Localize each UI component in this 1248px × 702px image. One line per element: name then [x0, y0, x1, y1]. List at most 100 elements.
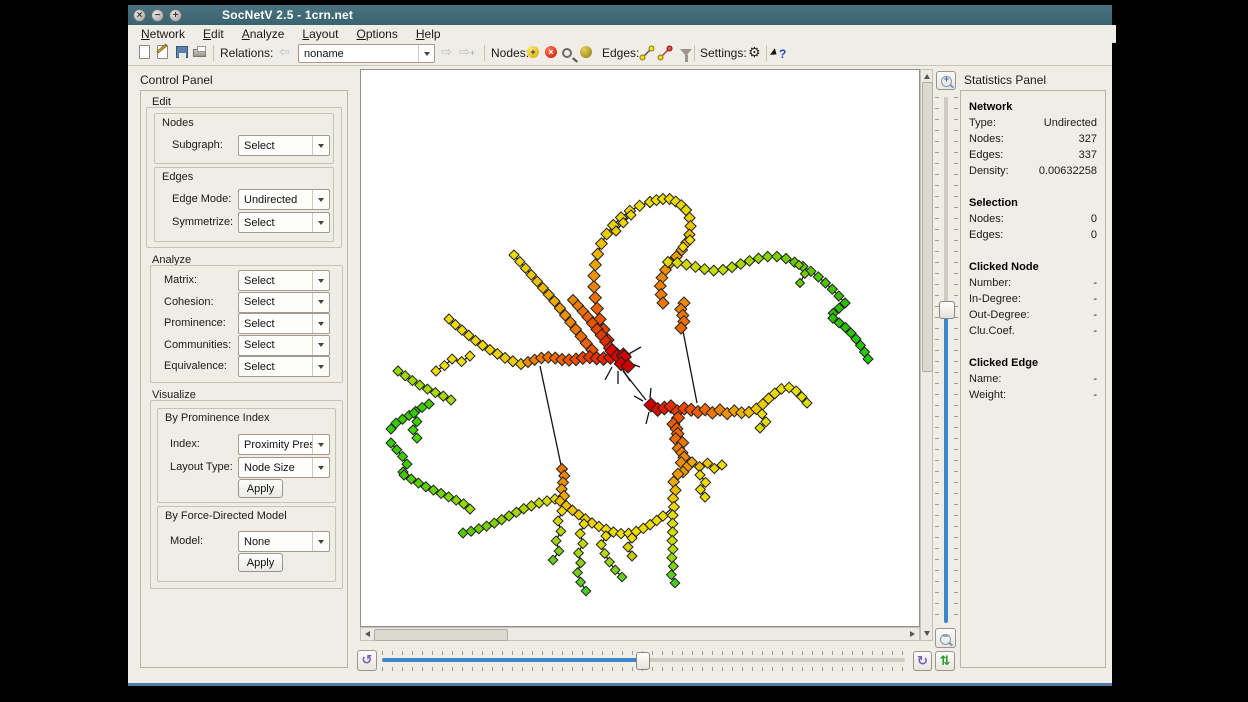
- graph-node[interactable]: [668, 561, 678, 571]
- graph-edge[interactable]: [646, 412, 649, 424]
- graph-node[interactable]: [796, 279, 805, 288]
- graph-node[interactable]: [592, 248, 604, 260]
- next-relation-icon[interactable]: ⇨: [441, 44, 452, 60]
- settings-gear-icon[interactable]: ⚙: [748, 44, 761, 61]
- prominence-apply-button[interactable]: Apply: [238, 479, 283, 498]
- graph-node[interactable]: [551, 536, 561, 546]
- rotation-slider-handle[interactable]: [636, 652, 650, 670]
- analyze-select-cohesion[interactable]: Select: [238, 292, 330, 313]
- graph-node[interactable]: [753, 253, 764, 264]
- analyze-select-prominence[interactable]: Select: [238, 313, 330, 334]
- graph-node[interactable]: [553, 516, 563, 526]
- prev-relation-icon[interactable]: ⇦: [279, 44, 290, 60]
- graph-edge[interactable]: [605, 367, 612, 380]
- scroll-right-icon[interactable]: [910, 631, 915, 637]
- maximize-icon[interactable]: +: [169, 9, 182, 22]
- graph-node[interactable]: [458, 528, 468, 538]
- graph-node[interactable]: [542, 496, 552, 506]
- graph-node[interactable]: [548, 555, 558, 565]
- menu-analyze[interactable]: Analyze: [233, 26, 294, 42]
- hscroll-thumb[interactable]: [374, 629, 508, 641]
- graph-node[interactable]: [576, 558, 586, 568]
- graph-node[interactable]: [431, 366, 441, 376]
- graph-node[interactable]: [708, 265, 719, 276]
- graph-node[interactable]: [605, 557, 615, 567]
- analyze-select-equivalence[interactable]: Select: [238, 356, 330, 377]
- graph-node[interactable]: [556, 526, 566, 536]
- menu-help[interactable]: Help: [407, 26, 450, 42]
- rotate-left-button[interactable]: ↺: [357, 650, 377, 671]
- graph-edge[interactable]: [540, 366, 561, 465]
- force-apply-button[interactable]: Apply: [238, 553, 283, 572]
- edge-mode-select[interactable]: Undirected: [238, 189, 330, 210]
- scroll-down-icon[interactable]: [924, 631, 930, 636]
- graph-node[interactable]: [588, 270, 600, 282]
- add-node-icon[interactable]: +: [527, 46, 539, 58]
- node-properties-icon[interactable]: [580, 46, 592, 58]
- add-relation-icon[interactable]: ⇨+: [459, 44, 475, 60]
- graph-node[interactable]: [573, 568, 583, 578]
- graph-node[interactable]: [699, 264, 710, 275]
- whats-this-icon[interactable]: ?: [772, 45, 788, 61]
- graph-node[interactable]: [589, 259, 601, 271]
- graph-node[interactable]: [627, 551, 637, 561]
- canvas-vscrollbar[interactable]: [920, 69, 933, 641]
- graph-node[interactable]: [695, 470, 705, 480]
- graph-edge[interactable]: [650, 388, 651, 398]
- graph-node[interactable]: [718, 264, 729, 275]
- zoom-in-button[interactable]: +: [936, 71, 956, 90]
- analyze-select-communities[interactable]: Select: [238, 335, 330, 356]
- graph-node[interactable]: [457, 357, 467, 367]
- graph-node[interactable]: [668, 544, 678, 554]
- graph-node[interactable]: [596, 238, 608, 250]
- graph-node[interactable]: [554, 546, 564, 556]
- graph-node[interactable]: [589, 292, 601, 304]
- graph-canvas[interactable]: [360, 69, 920, 627]
- rotate-right-button[interactable]: ↻: [913, 651, 932, 671]
- minimize-icon[interactable]: −: [151, 9, 164, 22]
- graph-node[interactable]: [667, 553, 677, 563]
- menu-options[interactable]: Options: [347, 26, 406, 42]
- scroll-up-icon[interactable]: [924, 74, 930, 79]
- canvas-hscrollbar[interactable]: [360, 627, 920, 641]
- relation-select[interactable]: noname: [298, 44, 435, 63]
- graph-node[interactable]: [690, 261, 701, 272]
- layout-type-select[interactable]: Node Size: [238, 457, 330, 478]
- find-node-icon[interactable]: [562, 45, 578, 61]
- graph-node[interactable]: [681, 259, 692, 270]
- graph-node[interactable]: [574, 548, 584, 558]
- network-graph[interactable]: [361, 70, 919, 626]
- index-select[interactable]: Proximity Pres: [238, 434, 330, 455]
- close-icon[interactable]: ×: [133, 9, 146, 22]
- graph-node[interactable]: [623, 542, 633, 552]
- new-file-icon[interactable]: [137, 45, 153, 61]
- subgraph-select[interactable]: Select: [238, 135, 330, 156]
- graph-edge[interactable]: [683, 331, 697, 403]
- symmetrize-select[interactable]: Select: [238, 212, 330, 233]
- graph-node[interactable]: [601, 228, 613, 240]
- graph-node[interactable]: [772, 251, 782, 261]
- add-edge-icon[interactable]: [639, 45, 655, 61]
- graph-edge[interactable]: [634, 396, 643, 401]
- remove-edge-icon[interactable]: [657, 45, 673, 61]
- graph-node[interactable]: [581, 586, 591, 596]
- reset-layout-button[interactable]: ⇅: [935, 651, 955, 671]
- vscroll-thumb[interactable]: [922, 82, 933, 372]
- menu-network[interactable]: Network: [132, 26, 194, 42]
- graph-node[interactable]: [465, 351, 475, 361]
- menu-layout[interactable]: Layout: [293, 26, 347, 42]
- graph-node[interactable]: [576, 577, 586, 587]
- remove-node-icon[interactable]: ×: [545, 46, 557, 58]
- analyze-select-matrix[interactable]: Select: [238, 270, 330, 291]
- edit-pencil-icon[interactable]: [155, 45, 171, 61]
- graph-node[interactable]: [578, 539, 588, 549]
- menu-edit[interactable]: Edit: [194, 26, 233, 42]
- scroll-left-icon[interactable]: [365, 631, 370, 637]
- print-icon[interactable]: [192, 45, 208, 61]
- model-select[interactable]: None: [238, 531, 330, 552]
- graph-node[interactable]: [591, 302, 604, 315]
- graph-node[interactable]: [575, 529, 585, 539]
- filter-edges-icon[interactable]: [678, 45, 694, 61]
- chevron-down-icon[interactable]: [418, 45, 434, 62]
- zoom-slider-handle[interactable]: [939, 301, 955, 319]
